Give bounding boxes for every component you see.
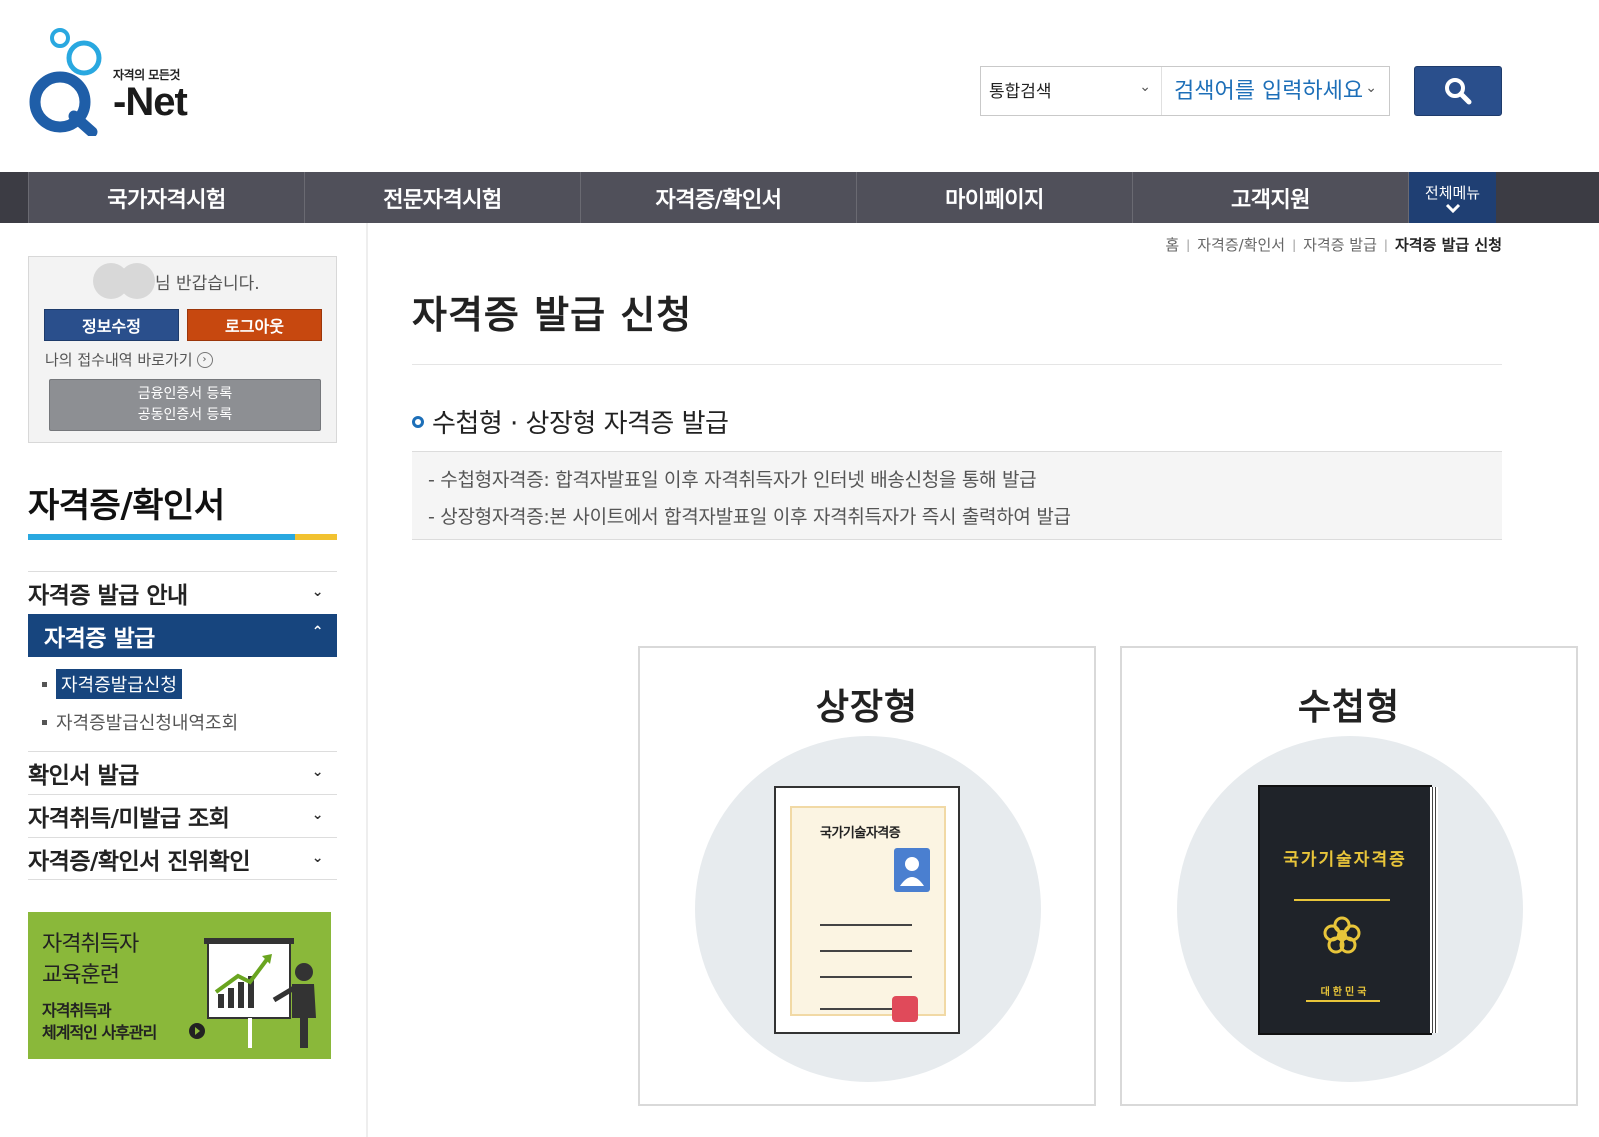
paper-line xyxy=(820,950,912,952)
booklet-type-card[interactable]: 수첩형 국가기술자격증 대한민국 xyxy=(1120,646,1578,1106)
gnb-professional-exam[interactable]: 전문자격시험 xyxy=(304,172,580,223)
breadcrumb-home[interactable]: 홈 xyxy=(1165,234,1179,255)
booklet-pages xyxy=(1430,787,1438,1033)
banner-line1: 자격취득자 xyxy=(42,932,139,957)
award-type-card[interactable]: 상장형 국가기술자격증 xyxy=(638,646,1096,1106)
sidebar-item-label: 자격취득/미발급 조회 xyxy=(28,806,230,832)
paper-line xyxy=(820,976,912,978)
booklet-line xyxy=(1306,1000,1380,1002)
breadcrumb-separator: | xyxy=(1186,237,1191,252)
all-menu-button[interactable]: 전체메뉴 xyxy=(1408,172,1496,223)
sub-item-issue-history[interactable]: 자격증발급신청내역조회 xyxy=(42,703,337,741)
breadcrumb: 홈 | 자격증/확인서 | 자격증 발급 | 자격증 발급 신청 xyxy=(1165,234,1502,255)
circle-bullet-icon xyxy=(412,415,424,428)
chevron-down-icon: ⌄ xyxy=(311,584,324,600)
logout-button[interactable]: 로그아웃 xyxy=(187,309,322,341)
paper-line xyxy=(820,924,912,926)
breadcrumb-separator: | xyxy=(1383,237,1388,252)
search-input[interactable] xyxy=(1161,67,1389,115)
national-emblem-icon xyxy=(1323,916,1361,954)
certificate-paper-inner: 국가기술자격증 xyxy=(790,806,946,1022)
bullet xyxy=(42,681,47,687)
my-applications-label: 나의 접수내역 바로가기 xyxy=(45,351,193,369)
presentation-board-icon xyxy=(204,938,316,1048)
sidebar-item-acquisition-lookup[interactable]: 자격취득/미발급 조회 ⌄ xyxy=(28,794,337,837)
sidebar-item-label: 확인서 발급 xyxy=(28,763,139,789)
booklet-line xyxy=(1294,899,1390,901)
page-title: 자격증 발급 신청 xyxy=(412,293,693,337)
sidebar-item-issue-guide[interactable]: 자격증 발급 안내 ⌄ xyxy=(28,571,337,614)
banner-line3: 자격취득과 xyxy=(42,1001,112,1020)
sidebar-item-authenticity[interactable]: 자격증/확인서 진위확인 ⌄ xyxy=(28,837,337,880)
bullet xyxy=(42,719,47,725)
title-divider xyxy=(412,364,1502,365)
chevron-down-icon xyxy=(1445,203,1460,213)
info-line-booklet: - 수첩형자격증: 합격자발표일 이후 자격취득자가 인터넷 배송신청을 통해 … xyxy=(428,469,1037,491)
breadcrumb-separator: | xyxy=(1292,237,1297,252)
user-box: 님 반갑습니다. 정보수정 로그아웃 나의 접수내역 바로가기 › 금융인증서 … xyxy=(28,256,337,443)
chevron-down-icon: ⌄ xyxy=(311,764,324,780)
search-bar: 통합검색 ⌄ ⌄ xyxy=(980,66,1390,116)
paper-title: 국가기술자격증 xyxy=(820,826,901,841)
section-title-text: 수첩형 · 상장형 자격증 발급 xyxy=(432,409,729,439)
info-box: - 수첩형자격증: 합격자발표일 이후 자격취득자가 인터넷 배송신청을 통해 … xyxy=(412,451,1502,540)
all-menu-label: 전체메뉴 xyxy=(1424,184,1481,202)
main-navigation: 국가자격시험 전문자격시험 자격증/확인서 마이페이지 고객지원 전체메뉴 xyxy=(0,172,1599,223)
info-line-award: - 상장형자격증:본 사이트에서 합격자발표일 이후 자격취득자가 즉시 출력하… xyxy=(428,506,1071,528)
sidebar-item-confirmation[interactable]: 확인서 발급 ⌄ xyxy=(28,751,337,794)
sidebar-item-issue[interactable]: 자격증 발급 ⌃ xyxy=(28,614,337,657)
sub-item-label: 자격증발급신청내역조회 xyxy=(56,713,239,734)
sub-item-label: 자격증발급신청 xyxy=(56,669,182,699)
card-title: 수첩형 xyxy=(1297,687,1401,728)
gnb-certificate[interactable]: 자격증/확인서 xyxy=(580,172,856,223)
chevron-up-icon: ⌃ xyxy=(311,624,324,640)
my-applications-link[interactable]: 나의 접수내역 바로가기 › xyxy=(45,349,213,370)
financial-cert-label: 금융인증서 등록 xyxy=(137,386,233,402)
sub-item-issue-apply[interactable]: 자격증발급신청 xyxy=(42,665,337,703)
gnb-mypage[interactable]: 마이페이지 xyxy=(856,172,1132,223)
sidebar-item-label: 자격증/확인서 진위확인 xyxy=(28,848,251,875)
joint-cert-label: 공동인증서 등록 xyxy=(137,407,233,423)
education-banner[interactable]: 자격취득자 교육훈련 자격취득과 체계적인 사후관리 xyxy=(28,912,331,1059)
seal-stamp-icon xyxy=(892,996,918,1022)
sidebar-item-label: 자격증 발급 xyxy=(44,625,155,652)
sidebar-divider xyxy=(366,223,368,1137)
sidebar-item-label: 자격증 발급 안내 xyxy=(28,583,188,609)
chevron-down-icon: ⌄ xyxy=(311,850,324,866)
edit-profile-button[interactable]: 정보수정 xyxy=(44,309,179,341)
breadcrumb-current: 자격증 발급 신청 xyxy=(1394,236,1502,254)
chevron-down-icon: ⌄ xyxy=(1139,79,1151,95)
search-scope-label: 통합검색 xyxy=(989,82,1052,102)
booklet-title: 국가기술자격증 xyxy=(1283,850,1407,870)
qnet-logo[interactable]: 자격의 모든것 -Net xyxy=(26,24,196,138)
sidebar-title-bar xyxy=(28,534,337,540)
search-button[interactable] xyxy=(1414,66,1502,116)
chevron-down-icon[interactable]: ⌄ xyxy=(1365,80,1377,96)
booklet-country: 대한민국 xyxy=(1320,987,1370,998)
sidebar-submenu: 자격증발급신청 자격증발급신청내역조회 xyxy=(28,657,337,751)
gnb-national-exam[interactable]: 국가자격시험 xyxy=(28,172,304,223)
breadcrumb-certificate[interactable]: 자격증/확인서 xyxy=(1197,234,1285,255)
sidebar-title: 자격증/확인서 xyxy=(28,486,225,526)
chevron-down-icon: ⌄ xyxy=(311,807,324,823)
breadcrumb-issue[interactable]: 자격증 발급 xyxy=(1303,234,1377,255)
search-icon xyxy=(1445,78,1472,105)
sidebar-menu: 자격증 발급 안내 ⌄ 자격증 발급 ⌃ 자격증발급신청 자격증발급신청내역조회… xyxy=(28,571,337,880)
arrow-right-circle-icon: › xyxy=(196,351,213,368)
id-photo-icon xyxy=(894,848,930,892)
logo-text: -Net xyxy=(113,80,188,124)
blurred-username xyxy=(93,263,155,299)
site-header: 자격의 모든것 -Net 통합검색 ⌄ ⌄ xyxy=(0,0,1599,170)
greeting-text: 님 반갑습니다. xyxy=(155,274,260,294)
certificate-booklet-icon: 국가기술자격증 대한민국 xyxy=(1258,785,1432,1035)
certificate-register-button[interactable]: 금융인증서 등록 공동인증서 등록 xyxy=(49,379,321,431)
search-scope-select[interactable]: 통합검색 ⌄ xyxy=(981,67,1161,115)
section-title: 수첩형 · 상장형 자격증 발급 xyxy=(412,403,729,440)
certificate-paper-icon: 국가기술자격증 xyxy=(774,786,960,1034)
gnb-support[interactable]: 고객지원 xyxy=(1132,172,1408,223)
banner-line4: 체계적인 사후관리 xyxy=(42,1023,157,1042)
qnet-logo-mark xyxy=(29,28,102,138)
banner-line2: 교육훈련 xyxy=(42,963,120,988)
card-title: 상장형 xyxy=(815,687,919,728)
